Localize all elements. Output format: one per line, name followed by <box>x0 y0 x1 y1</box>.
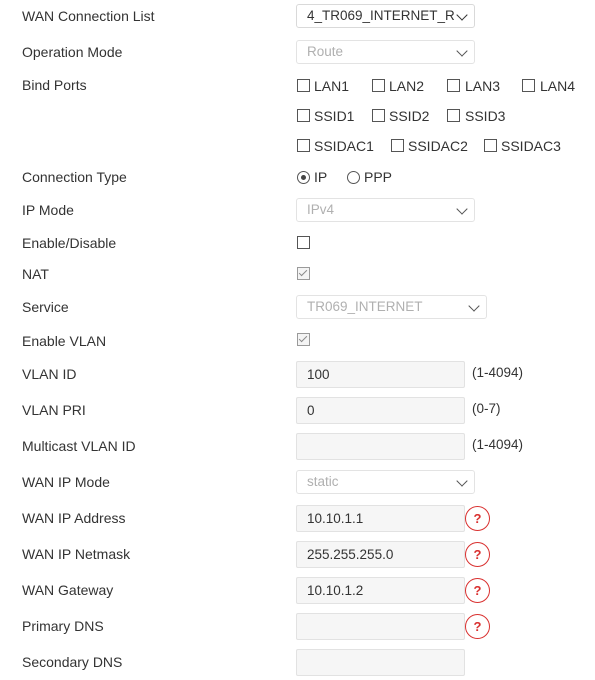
lan1-checkbox[interactable] <box>297 79 310 92</box>
connection-type-label: Connection Type <box>22 169 127 185</box>
ssid1-checkbox[interactable] <box>297 109 310 122</box>
service-value: TR069_INTERNET <box>307 299 423 314</box>
connection-type-ppp-radio[interactable] <box>347 171 360 184</box>
ssid3-checkbox[interactable] <box>447 109 460 122</box>
ssid3-label: SSID3 <box>465 108 506 124</box>
lan3-checkbox[interactable] <box>447 79 460 92</box>
vlan-id-range-hint: (1-4094) <box>472 365 524 380</box>
check-icon <box>298 333 308 343</box>
lan3-label: LAN3 <box>465 78 501 94</box>
secondary-dns-label: Secondary DNS <box>22 654 123 670</box>
chevron-down-icon <box>468 300 480 312</box>
primary-dns-input[interactable] <box>296 613 465 640</box>
ssidac1-label: SSIDAC1 <box>314 138 374 154</box>
wan-ip-netmask-input[interactable]: 255.255.255.0 <box>296 541 465 568</box>
enable-vlan-label: Enable VLAN <box>22 333 107 349</box>
nat-checkbox[interactable] <box>297 267 310 280</box>
vlan-id-label: VLAN ID <box>22 366 77 382</box>
lan2-checkbox[interactable] <box>372 79 385 92</box>
wan-ip-address-label: WAN IP Address <box>22 510 126 526</box>
ssid2-label: SSID2 <box>389 108 430 124</box>
secondary-dns-input[interactable] <box>296 649 465 676</box>
wan-ip-netmask-label: WAN IP Netmask <box>22 546 131 562</box>
wan-ip-mode-value: static <box>307 474 339 489</box>
ip-mode-label: IP Mode <box>22 202 74 218</box>
primary-dns-label: Primary DNS <box>22 618 104 634</box>
operation-mode-select[interactable]: Route <box>296 40 475 64</box>
help-icon[interactable]: ? <box>465 578 490 603</box>
service-select[interactable]: TR069_INTERNET <box>296 295 487 319</box>
multicast-vlan-id-label: Multicast VLAN ID <box>22 438 136 454</box>
wan-gateway-label: WAN Gateway <box>22 582 114 598</box>
ssidac2-checkbox[interactable] <box>391 139 404 152</box>
wan-ip-mode-select[interactable]: static <box>296 470 475 494</box>
ssidac1-checkbox[interactable] <box>297 139 310 152</box>
radio-selected-dot <box>301 175 306 180</box>
lan1-label: LAN1 <box>314 78 350 94</box>
multicast-vlan-id-range-hint: (1-4094) <box>472 437 524 452</box>
lan4-label: LAN4 <box>540 78 576 94</box>
vlan-pri-input[interactable]: 0 <box>296 397 465 424</box>
wan-ip-mode-label: WAN IP Mode <box>22 474 110 490</box>
service-label: Service <box>22 299 69 315</box>
wan-gateway-input[interactable]: 10.10.1.2 <box>296 577 465 604</box>
help-icon[interactable]: ? <box>465 542 490 567</box>
ssidac3-label: SSIDAC3 <box>501 138 561 154</box>
ssidac2-label: SSIDAC2 <box>408 138 468 154</box>
chevron-down-icon <box>456 9 468 21</box>
help-icon[interactable]: ? <box>465 506 490 531</box>
ip-mode-value: IPv4 <box>307 202 335 217</box>
bind-ports-label: Bind Ports <box>22 77 87 93</box>
ssid2-checkbox[interactable] <box>372 109 385 122</box>
nat-label: NAT <box>22 266 49 282</box>
wan-connection-list-label: WAN Connection List <box>22 8 155 24</box>
operation-mode-value: Route <box>307 44 344 59</box>
connection-type-ppp-label: PPP <box>364 169 393 185</box>
vlan-pri-label: VLAN PRI <box>22 402 86 418</box>
ssidac3-checkbox[interactable] <box>484 139 497 152</box>
wan-connection-list-value: 4_TR069_INTERNET_R <box>307 8 455 23</box>
wan-ip-address-input[interactable]: 10.10.1.1 <box>296 505 465 532</box>
chevron-down-icon <box>456 475 468 487</box>
operation-mode-label: Operation Mode <box>22 44 123 60</box>
connection-type-ip-label: IP <box>314 169 328 185</box>
enable-vlan-checkbox[interactable] <box>297 333 310 346</box>
lan4-checkbox[interactable] <box>522 79 535 92</box>
connection-type-ip-radio[interactable] <box>297 171 310 184</box>
enable-disable-checkbox[interactable] <box>297 236 310 249</box>
chevron-down-icon <box>456 203 468 215</box>
lan2-label: LAN2 <box>389 78 425 94</box>
enable-disable-label: Enable/Disable <box>22 235 117 251</box>
chevron-down-icon <box>456 45 468 57</box>
wan-connection-list-select[interactable]: 4_TR069_INTERNET_R <box>296 4 475 28</box>
ssid1-label: SSID1 <box>314 108 355 124</box>
vlan-pri-range-hint: (0-7) <box>472 401 501 416</box>
help-icon[interactable]: ? <box>465 614 490 639</box>
check-icon <box>298 267 308 277</box>
vlan-id-input[interactable]: 100 <box>296 361 465 388</box>
multicast-vlan-id-input[interactable] <box>296 433 465 460</box>
ip-mode-select[interactable]: IPv4 <box>296 198 475 222</box>
